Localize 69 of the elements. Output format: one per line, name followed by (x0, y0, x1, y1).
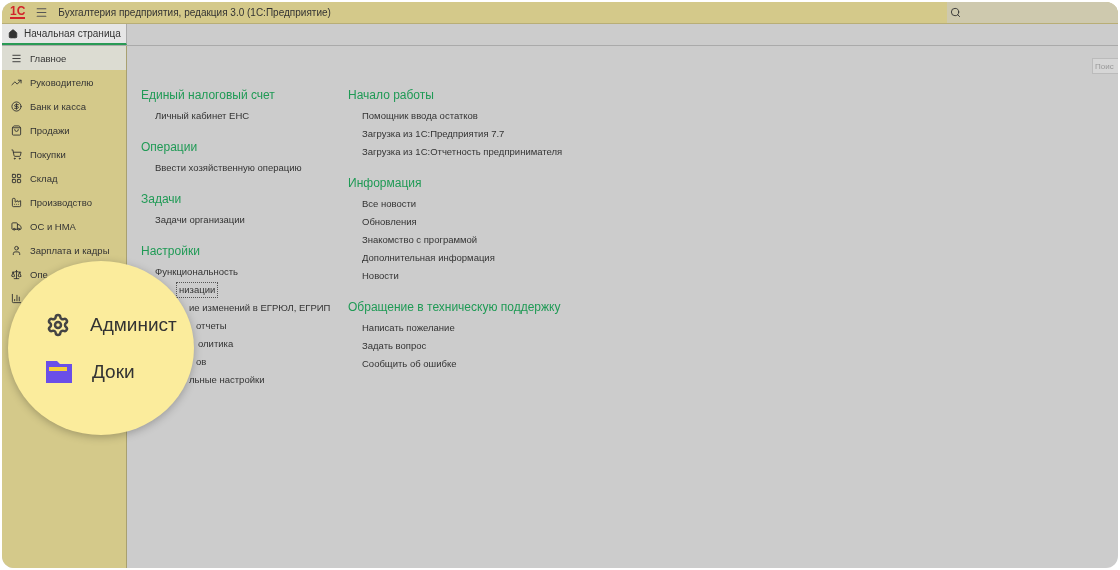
sidebar-label: Покупки (30, 148, 66, 160)
grid-icon (11, 172, 22, 184)
section-heading: Задачи (141, 192, 182, 206)
link[interactable]: Задачи организации (155, 213, 245, 227)
bag-icon (11, 124, 22, 136)
factory-icon (11, 196, 22, 208)
sidebar-item[interactable]: Склад (2, 166, 62, 190)
sidebar-label: Продажи (30, 124, 70, 136)
sidebar-item[interactable]: Зарплата и кадры (2, 238, 114, 262)
magnified-label: Админист (90, 314, 177, 336)
sidebar-label: Зарплата и кадры (30, 244, 110, 256)
link[interactable]: Личный кабинет ЕНС (155, 109, 250, 123)
section-heading: Информация (348, 176, 422, 190)
link[interactable]: Знакомство с программой (362, 233, 478, 247)
search-icon[interactable] (950, 7, 961, 18)
menu-icon[interactable] (35, 6, 49, 19)
sidebar-label: Главное (30, 52, 67, 64)
link[interactable]: Загрузка из 1С:Отчетность предпринимателя (362, 145, 563, 159)
tab-label: Начальная страница (24, 28, 121, 39)
bar-chart-icon (11, 292, 22, 304)
link[interactable]: Помощник ввода остатков (362, 109, 478, 123)
sidebar-label: Опе (30, 268, 48, 280)
link[interactable]: Задать вопрос (362, 339, 427, 353)
link[interactable]: олитика (198, 337, 234, 351)
sidebar-label: Банк и касса (30, 100, 86, 112)
section-heading: Настройки (141, 244, 200, 258)
sidebar-label: Производство (30, 196, 92, 208)
section-heading: Операции (141, 140, 198, 154)
link[interactable]: Обновления (362, 215, 417, 229)
truck-icon (11, 220, 22, 232)
sidebar-item[interactable]: Главное (2, 46, 126, 70)
window-title: Бухгалтерия предприятия, редакция 3.0 (1С:Предприятие) (58, 7, 331, 18)
sidebar-item[interactable]: Продажи (2, 118, 74, 142)
link[interactable]: низации (177, 283, 218, 297)
sidebar-item[interactable]: ОС и НМА (2, 214, 80, 238)
home-icon (8, 28, 18, 39)
link[interactable]: Функциональность (155, 265, 238, 279)
link[interactable]: Дополнительная информация (362, 251, 495, 265)
coin-icon (11, 100, 22, 112)
menu-icon (11, 52, 22, 64)
scales-icon (11, 268, 22, 280)
link[interactable]: Сообщить об ошибке (362, 357, 457, 371)
magnified-label: Доки (92, 361, 135, 383)
sidebar-label: Склад (30, 172, 58, 184)
sidebar-item[interactable]: Покупки (2, 142, 70, 166)
link[interactable]: Загрузка из 1С:Предприятия 7.7 (362, 127, 505, 141)
link[interactable]: Новости (362, 269, 399, 283)
logo: 1С (10, 6, 26, 19)
sidebar-label: Руководителю (30, 76, 94, 88)
person-icon (11, 244, 22, 256)
link[interactable]: Все новости (362, 197, 417, 211)
sidebar-item[interactable]: Банк и касса (2, 94, 90, 118)
sidebar-item[interactable]: Производство (2, 190, 96, 214)
tab[interactable]: Начальная страница (2, 24, 127, 45)
link[interactable]: Написать пожелание (362, 321, 455, 335)
section-heading: Единый налоговый счет (141, 88, 275, 102)
section-heading: Начало работы (348, 88, 434, 102)
link[interactable]: ов (196, 355, 207, 369)
link[interactable]: льные настройки (189, 373, 265, 387)
link[interactable]: Ввести хозяйственную операцию (155, 161, 302, 175)
link[interactable]: ие изменений в ЕГРЮЛ, ЕГРИП (189, 301, 331, 315)
gear-icon (46, 313, 70, 337)
section-heading: Обращение в техническую поддержку (348, 300, 561, 314)
link[interactable]: отчеты (196, 319, 227, 333)
sidebar-label: ОС и НМА (30, 220, 76, 232)
folder-icon (46, 361, 72, 383)
sidebar-item[interactable]: Руководителю (2, 70, 98, 94)
sidebar-item[interactable]: Опе (2, 262, 52, 286)
cart-icon (11, 148, 22, 160)
